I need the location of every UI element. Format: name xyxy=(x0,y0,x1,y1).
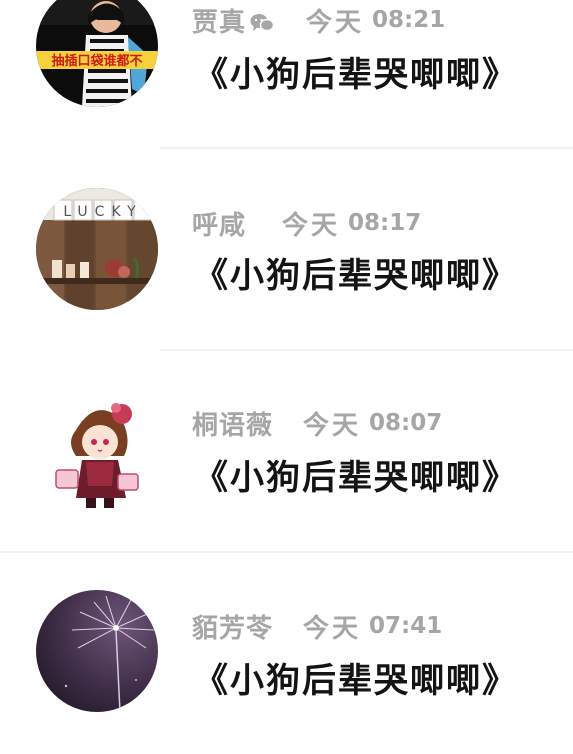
item-meta: 桐语薇 今天 08:07 xyxy=(192,407,443,441)
feed-item[interactable]: 貊芳苓 今天 07:41 《小狗后辈哭唧唧》 xyxy=(0,554,573,754)
post-date: 今天 xyxy=(282,210,341,241)
post-time: 08:07 xyxy=(369,410,443,436)
post-date: 今天 xyxy=(306,7,365,38)
post-time: 08:21 xyxy=(372,7,446,33)
avatar-caption: LUCKY xyxy=(63,204,142,220)
author-name: 桐语薇 xyxy=(192,410,274,441)
divider xyxy=(160,147,573,149)
post-title[interactable]: 《小狗后辈哭唧唧》 xyxy=(194,52,518,98)
post-time: 07:41 xyxy=(369,613,443,639)
item-meta: 貊芳苓 今天 07:41 xyxy=(192,610,443,644)
avatar[interactable] xyxy=(36,390,158,512)
feed-item[interactable]: LUCKY 呼咸 今天 08:17 《小狗后辈哭唧唧》 xyxy=(0,150,573,350)
post-title[interactable]: 《小狗后辈哭唧唧》 xyxy=(194,455,518,501)
post-title[interactable]: 《小狗后辈哭唧唧》 xyxy=(194,658,518,704)
avatar-caption: 抽插口袋谁都不 xyxy=(51,53,142,69)
item-meta: 贾真 今天 08:21 xyxy=(192,4,446,38)
avatar-image: LUCKY xyxy=(36,188,158,310)
avatar-image: 抽插口袋谁都不 xyxy=(36,0,158,107)
post-title[interactable]: 《小狗后辈哭唧唧》 xyxy=(194,253,518,299)
avatar-image xyxy=(36,590,158,712)
feed-item[interactable]: 桐语薇 今天 08:07 《小狗后辈哭唧唧》 xyxy=(0,352,573,552)
item-meta: 呼咸 今天 08:17 xyxy=(192,207,422,241)
avatar-image xyxy=(36,390,158,512)
divider xyxy=(0,551,573,553)
avatar[interactable]: LUCKY xyxy=(36,188,158,310)
avatar[interactable]: 抽插口袋谁都不 xyxy=(36,0,158,107)
author-name: 贾真 xyxy=(192,7,247,38)
divider xyxy=(160,349,573,351)
post-time: 08:17 xyxy=(348,210,422,236)
wechat-icon xyxy=(250,10,275,32)
avatar[interactable] xyxy=(36,590,158,712)
post-date: 今天 xyxy=(303,410,362,441)
message-feed: 抽插口袋谁都不 贾真 今天 08:21 《小狗后辈哭唧唧》 LUCKY 呼咸 今… xyxy=(0,0,573,748)
post-date: 今天 xyxy=(303,613,362,644)
author-name: 貊芳苓 xyxy=(192,613,274,644)
author-name: 呼咸 xyxy=(192,210,247,241)
